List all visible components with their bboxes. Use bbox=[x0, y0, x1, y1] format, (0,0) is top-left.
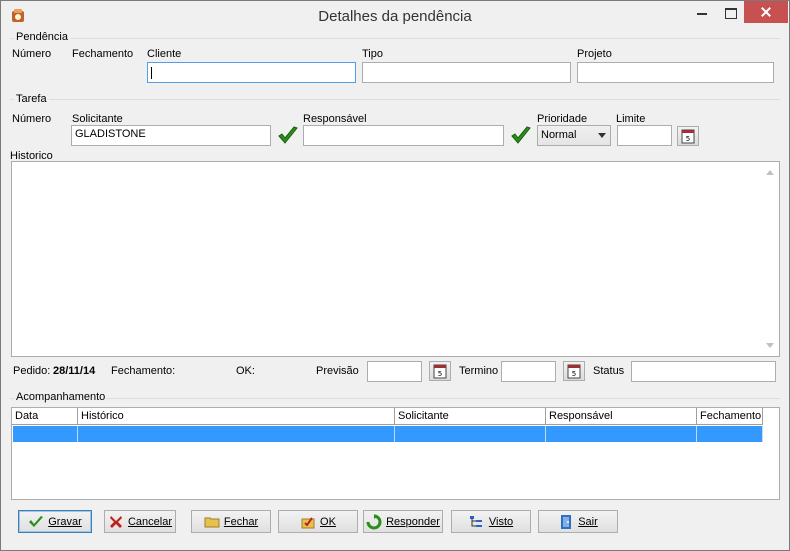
cliente-input[interactable] bbox=[147, 62, 356, 83]
cancel-x-icon bbox=[109, 515, 122, 528]
scroll-up-icon[interactable] bbox=[766, 170, 774, 175]
column-header-fechamento[interactable]: Fechamento bbox=[697, 408, 763, 425]
ok-button[interactable]: OK bbox=[278, 510, 358, 533]
table-cell[interactable] bbox=[546, 426, 697, 442]
table-cell[interactable] bbox=[13, 426, 78, 442]
historico-textarea[interactable] bbox=[11, 161, 780, 357]
tipo-input[interactable] bbox=[362, 62, 571, 83]
cliente-label: Cliente bbox=[147, 48, 182, 60]
status-input[interactable] bbox=[631, 361, 776, 382]
table-cell[interactable] bbox=[395, 426, 546, 442]
previsao-calendar-button[interactable]: 5 bbox=[429, 361, 451, 381]
acompanhamento-group-label: Acompanhamento bbox=[14, 391, 108, 403]
prioridade-label: Prioridade bbox=[537, 113, 588, 125]
calendar-icon: 5 bbox=[681, 129, 695, 144]
cancelar-button[interactable]: Cancelar bbox=[104, 510, 176, 533]
pendencia-fechamento-label: Fechamento bbox=[72, 48, 134, 60]
svg-text:5: 5 bbox=[572, 370, 576, 378]
prioridade-value: Normal bbox=[541, 129, 577, 141]
projeto-input[interactable] bbox=[577, 62, 774, 83]
responder-button[interactable]: Responder bbox=[363, 510, 443, 533]
tarefa-group-label: Tarefa bbox=[14, 93, 49, 105]
tarefa-group bbox=[10, 99, 780, 100]
solicitante-label: Solicitante bbox=[72, 113, 123, 125]
visto-button[interactable]: Visto bbox=[451, 510, 531, 533]
previsao-label: Previsão bbox=[316, 365, 359, 377]
solicitante-check-icon[interactable] bbox=[277, 125, 299, 147]
ok-document-icon bbox=[301, 516, 315, 528]
table-cell[interactable] bbox=[697, 426, 763, 442]
ok-label-text: OK bbox=[320, 515, 336, 528]
exit-door-icon bbox=[561, 514, 572, 529]
pedido-date: 28/11/14 bbox=[53, 365, 96, 377]
prioridade-select[interactable]: Normal bbox=[537, 125, 611, 146]
fechar-button[interactable]: Fechar bbox=[191, 510, 271, 533]
maximize-button[interactable] bbox=[716, 1, 744, 23]
status-fechamento-label: Fechamento: bbox=[111, 365, 176, 377]
limite-label: Limite bbox=[616, 113, 646, 125]
window-title: Detalhes da pendência bbox=[318, 8, 472, 25]
status-label: Status bbox=[593, 365, 625, 377]
responsavel-input[interactable] bbox=[303, 125, 504, 146]
acompanhamento-group bbox=[10, 398, 780, 399]
window: Detalhes da pendência Pendência Número F… bbox=[0, 0, 790, 551]
fechar-label: Fechar bbox=[223, 515, 259, 528]
folder-icon bbox=[204, 517, 220, 527]
refresh-icon bbox=[366, 513, 382, 529]
column-header-solicitante[interactable]: Solicitante bbox=[395, 408, 546, 425]
checkmark-icon bbox=[29, 515, 44, 527]
ok-label: OK: bbox=[236, 365, 255, 377]
pedido-label: Pedido: bbox=[13, 365, 51, 377]
column-header-responsavel[interactable]: Responsável bbox=[546, 408, 697, 425]
pendencia-group-label: Pendência bbox=[14, 31, 70, 43]
sair-label: Sair bbox=[578, 515, 598, 528]
visto-label: Visto bbox=[488, 515, 514, 528]
cancelar-label: Cancelar bbox=[127, 515, 173, 528]
historico-scrollbar[interactable] bbox=[762, 162, 779, 356]
svg-text:5: 5 bbox=[686, 135, 690, 143]
calendar-icon: 5 bbox=[433, 364, 447, 379]
table-header: Data Histórico Solicitante Responsável F… bbox=[12, 408, 763, 425]
title-bar: Detalhes da pendência bbox=[1, 1, 789, 31]
calendar-icon: 5 bbox=[567, 364, 581, 379]
termino-label: Termino bbox=[459, 365, 499, 377]
svg-text:5: 5 bbox=[438, 370, 442, 378]
responder-label: Responder bbox=[386, 515, 440, 528]
tipo-label: Tipo bbox=[362, 48, 383, 60]
minimize-button[interactable] bbox=[688, 1, 716, 23]
limite-calendar-button[interactable]: 5 bbox=[677, 126, 699, 146]
gravar-button[interactable]: Gravar bbox=[18, 510, 92, 533]
tarefa-numero-label: Número bbox=[12, 113, 52, 125]
pendencia-numero-label: Número bbox=[12, 48, 52, 60]
limite-input[interactable] bbox=[617, 125, 672, 146]
tree-list-icon bbox=[469, 515, 482, 527]
responsavel-label: Responsável bbox=[303, 113, 367, 125]
previsao-input[interactable] bbox=[367, 361, 422, 382]
text-caret bbox=[151, 67, 152, 79]
scroll-down-icon[interactable] bbox=[766, 343, 774, 348]
table-cell[interactable] bbox=[78, 426, 395, 442]
chevron-down-icon bbox=[598, 133, 606, 138]
column-header-data[interactable]: Data bbox=[12, 408, 78, 425]
table-row[interactable] bbox=[13, 426, 763, 442]
responsavel-check-icon[interactable] bbox=[510, 125, 532, 147]
projeto-label: Projeto bbox=[577, 48, 612, 60]
close-button[interactable] bbox=[744, 1, 788, 23]
solicitante-input[interactable]: GLADISTONE bbox=[71, 125, 271, 146]
termino-calendar-button[interactable]: 5 bbox=[563, 361, 585, 381]
termino-input[interactable] bbox=[501, 361, 556, 382]
gravar-label: Gravar bbox=[48, 515, 82, 528]
acompanhamento-table[interactable]: Data Histórico Solicitante Responsável F… bbox=[11, 407, 780, 500]
column-header-historico[interactable]: Histórico bbox=[78, 408, 395, 425]
sair-button[interactable]: Sair bbox=[538, 510, 618, 533]
